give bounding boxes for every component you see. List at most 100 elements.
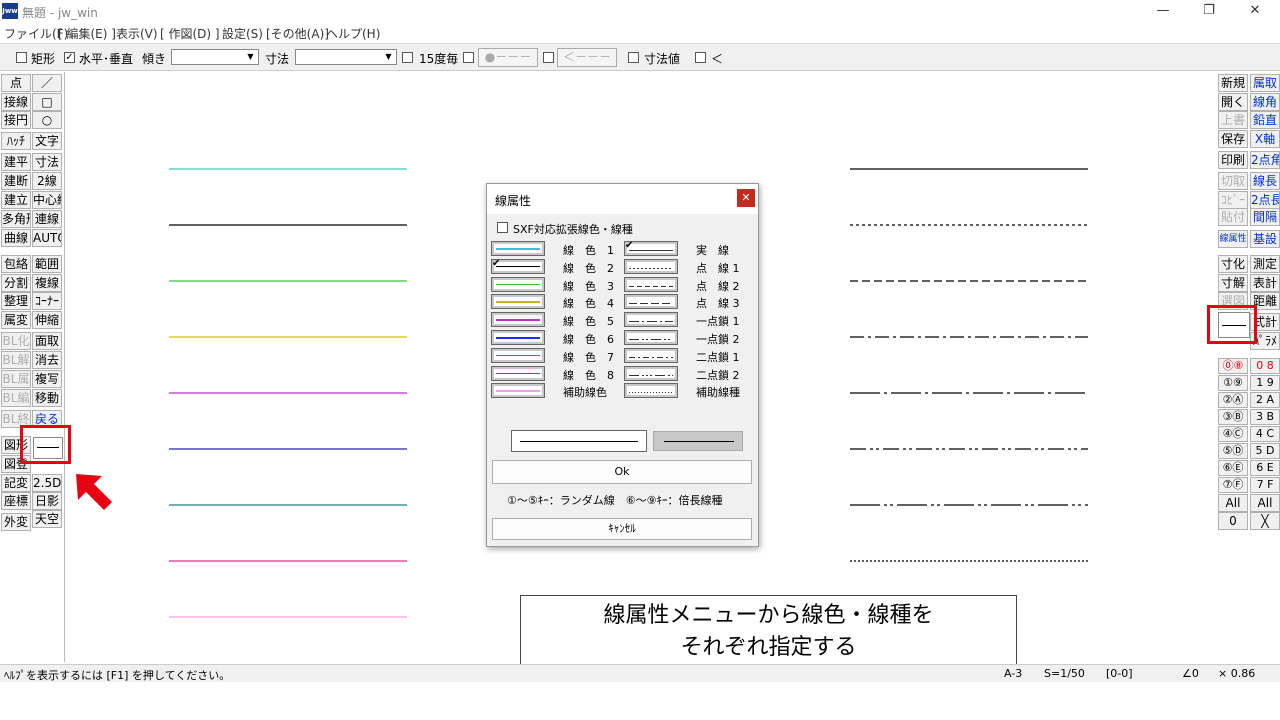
tool-button[interactable]: 曲線 <box>1 229 31 247</box>
layer-button[interactable]: 0 8 <box>1250 358 1280 374</box>
tool-button[interactable]: 点 <box>1 74 31 92</box>
tool-button[interactable]: 建平 <box>1 153 31 171</box>
tool-button[interactable]: 整理 <box>1 292 31 310</box>
slope-combo[interactable]: ▼ <box>171 49 259 65</box>
layer-zero-button[interactable]: 0 <box>1218 512 1248 530</box>
arrow-button[interactable]: ＜－－－ <box>557 48 617 67</box>
tool-button[interactable]: □ <box>32 93 62 111</box>
tool-button[interactable]: 開く <box>1218 93 1248 111</box>
menu-edit[interactable]: [ 編集(E) ] <box>58 25 116 42</box>
tool-button[interactable]: 2線 <box>32 172 62 190</box>
tool-button[interactable]: 連線 <box>32 210 62 228</box>
menu-settings[interactable]: 設定(S) <box>222 25 263 42</box>
layer-group-button[interactable]: ⑦Ⓕ <box>1218 477 1248 493</box>
tool-button[interactable]: 貼付 <box>1218 208 1248 226</box>
rect-checkbox[interactable] <box>16 52 27 63</box>
tool-button[interactable]: 寸解 <box>1218 274 1248 292</box>
layer-button[interactable]: 2 A <box>1250 392 1280 408</box>
tool-button[interactable]: BL解 <box>1 351 31 369</box>
tool-button[interactable]: 文字 <box>32 132 62 150</box>
layer-button[interactable]: 5 D <box>1250 443 1280 459</box>
tool-button[interactable]: 属変 <box>1 311 31 329</box>
tool-button[interactable]: BL編 <box>1 389 31 407</box>
tool-button[interactable]: ｺｰﾅｰ <box>32 292 62 310</box>
tool-button[interactable]: 線角 <box>1250 93 1280 111</box>
line-type-swatch[interactable] <box>624 330 678 345</box>
menu-other[interactable]: [その他(A)] <box>266 25 329 42</box>
line-type-swatch[interactable] <box>624 294 678 310</box>
tool-button[interactable]: 範囲 <box>32 255 62 273</box>
tool-button[interactable]: 新規 <box>1218 74 1248 92</box>
tool-button[interactable]: 上書 <box>1218 111 1248 129</box>
tool-button[interactable]: 面取 <box>32 332 62 350</box>
tool-button[interactable]: 間隔 <box>1250 208 1280 226</box>
layer-all-button[interactable]: All <box>1250 494 1280 512</box>
menu-view[interactable]: 表示(V) <box>116 25 158 42</box>
line-type-swatch[interactable] <box>624 312 678 328</box>
tool-button[interactable]: 鉛直 <box>1250 111 1280 129</box>
layer-x-button[interactable]: ╳ <box>1250 512 1280 530</box>
line-type-swatch[interactable]: ✔ <box>624 240 678 256</box>
tool-button[interactable]: 座標 <box>1 492 31 510</box>
close-button[interactable]: ✕ <box>1232 0 1278 22</box>
layer-all-button[interactable]: All <box>1218 494 1248 512</box>
tool-button[interactable]: 測定 <box>1250 255 1280 273</box>
dimval-checkbox[interactable] <box>628 52 639 63</box>
tool-button[interactable]: 消去 <box>32 351 62 369</box>
tool-button[interactable]: 複写 <box>32 370 62 388</box>
tool-button[interactable]: BL属 <box>1 370 31 388</box>
layer-group-button[interactable]: ①⑨ <box>1218 375 1248 391</box>
lt-checkbox[interactable] <box>695 52 706 63</box>
layer-button[interactable]: 7 F <box>1250 477 1280 493</box>
layer-group-button[interactable]: ⑤Ⓓ <box>1218 443 1248 459</box>
line-color-swatch[interactable]: ✔ <box>491 258 545 274</box>
status-angle[interactable]: ∠0 <box>1182 667 1199 680</box>
line-color-swatch[interactable] <box>491 241 545 256</box>
deg15-checkbox[interactable] <box>402 52 413 63</box>
status-paper[interactable]: A-3 <box>1004 667 1022 680</box>
tool-button[interactable]: 基設 <box>1250 230 1280 248</box>
tool-button[interactable]: 包絡 <box>1 255 31 273</box>
tool-button[interactable]: 寸化 <box>1218 255 1248 273</box>
line-type-swatch[interactable] <box>624 258 678 274</box>
dim-combo[interactable]: ▼ <box>295 49 397 65</box>
layer-button[interactable]: 1 9 <box>1250 375 1280 391</box>
tool-button[interactable]: 記変 <box>1 474 31 492</box>
tool-button[interactable]: 印刷 <box>1218 151 1248 169</box>
tool-button[interactable]: 建立 <box>1 191 31 209</box>
line-color-swatch[interactable] <box>491 276 545 292</box>
tool-button[interactable]: 日影 <box>32 492 62 510</box>
layer-group-button[interactable]: ④Ⓒ <box>1218 426 1248 442</box>
status-layer[interactable]: [0-0] <box>1106 667 1133 680</box>
tool-button[interactable]: 属取 <box>1250 74 1280 92</box>
tool-button[interactable]: ／ <box>32 74 62 92</box>
tool-button[interactable]: ○ <box>32 111 62 129</box>
layer-button[interactable]: 4 C <box>1250 426 1280 442</box>
layer-group-button[interactable]: ⑥Ⓔ <box>1218 460 1248 476</box>
tool-button[interactable]: 2点長 <box>1250 191 1280 209</box>
tool-button[interactable]: 寸法 <box>32 153 62 171</box>
tool-button[interactable]: 分割 <box>1 274 31 292</box>
tool-button[interactable]: 表計 <box>1250 274 1280 292</box>
layer-group-button[interactable]: ③Ⓑ <box>1218 409 1248 425</box>
line-type-swatch[interactable] <box>624 365 678 381</box>
cancel-button[interactable]: ｷｬﾝｾﾙ <box>492 518 752 540</box>
tool-button[interactable]: 保存 <box>1218 130 1248 148</box>
tool-button[interactable]: 建断 <box>1 172 31 190</box>
tool-button[interactable]: 中心線 <box>32 191 62 209</box>
sxf-checkbox[interactable] <box>497 222 508 233</box>
layer-group-button[interactable]: ②Ⓐ <box>1218 392 1248 408</box>
tool-button[interactable]: 切取 <box>1218 172 1248 190</box>
layer-button[interactable]: 3 B <box>1250 409 1280 425</box>
tool-button[interactable]: 天空 <box>32 510 62 528</box>
tool-button[interactable]: 2点角 <box>1250 151 1280 169</box>
tool-button[interactable]: 移動 <box>32 389 62 407</box>
line-color-swatch[interactable] <box>491 365 545 381</box>
tool-button[interactable]: 接線 <box>1 93 31 111</box>
tool-button[interactable]: 接円 <box>1 111 31 129</box>
tool-button[interactable]: 外変 <box>1 513 31 531</box>
arrow-checkbox[interactable] <box>543 52 554 63</box>
status-scale[interactable]: S=1/50 <box>1044 667 1085 680</box>
hv-checkbox[interactable]: ✓ <box>64 52 75 63</box>
tool-button[interactable]: ﾊｯﾁ <box>1 132 31 150</box>
